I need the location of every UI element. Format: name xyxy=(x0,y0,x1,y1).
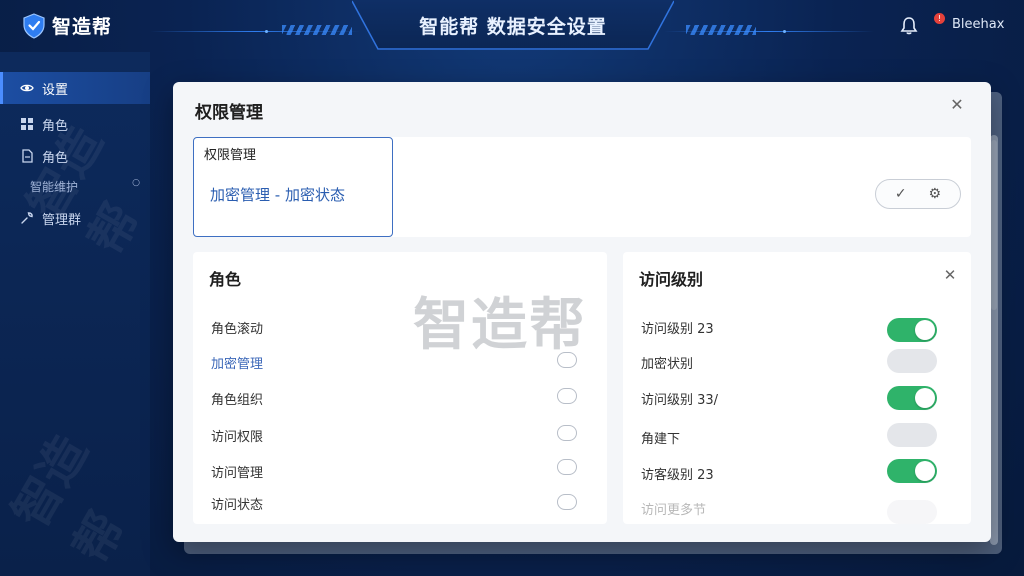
access-row-label: 访问更多节 xyxy=(641,503,707,518)
role-row-label: 访问状态 xyxy=(211,498,264,513)
eye-icon xyxy=(20,84,34,92)
access-row-label: 加密状别 xyxy=(641,357,694,372)
role-row-label: 角色组织 xyxy=(211,393,264,408)
settings-icon[interactable]: ⚙ xyxy=(929,186,942,202)
breadcrumb[interactable]: 权限管理 加密管理 - 加密状态 xyxy=(193,137,393,237)
wrench-icon xyxy=(21,212,33,224)
sidebar-item-settings[interactable]: 设置 xyxy=(0,72,150,104)
panel-title: 角色 xyxy=(209,270,242,289)
user-name[interactable]: Bleehax xyxy=(952,17,1004,32)
close-icon[interactable]: ✕ xyxy=(947,95,967,115)
scrollbar-thumb[interactable] xyxy=(991,140,997,310)
breadcrumb-path[interactable]: 加密管理 - 加密状态 xyxy=(210,184,345,205)
grid-icon xyxy=(21,118,33,130)
watermark: 智造帮 xyxy=(2,426,136,573)
panel-title: 访问级别 xyxy=(639,270,704,289)
sidebar-item-label: 角色 xyxy=(42,118,69,134)
role-radio[interactable] xyxy=(557,388,577,404)
access-row-label: 角建下 xyxy=(641,432,681,447)
document-icon xyxy=(22,149,33,163)
access-toggle[interactable] xyxy=(887,459,937,483)
dialog-title: 权限管理 xyxy=(195,103,263,123)
toggle-knob xyxy=(915,388,935,408)
role-radio[interactable] xyxy=(557,494,577,510)
role-row-label: 访问管理 xyxy=(211,466,264,481)
sidebar-item-label: 管理群 xyxy=(42,212,82,228)
sidebar-item-label: 角色 xyxy=(42,150,69,166)
brand-logo[interactable]: 智造帮 xyxy=(22,12,112,39)
access-toggle[interactable] xyxy=(887,318,937,342)
header-dot xyxy=(783,30,786,33)
toggle-knob xyxy=(915,461,935,481)
access-level-panel: 访问级别 ✕ 访问级别 23 加密状别 访问级别 33/ 角建下 访客级别 23… xyxy=(623,252,971,524)
role-row-label[interactable]: 加密管理 xyxy=(211,353,263,372)
permission-dialog: 权限管理 ✕ 权限管理 加密管理 - 加密状态 ✓ ⚙ 角色 角色滚动 加密管理… xyxy=(173,82,991,542)
brand-name: 智造帮 xyxy=(52,16,113,38)
header-dot xyxy=(265,30,268,33)
action-pill: ✓ ⚙ xyxy=(875,179,961,209)
shield-icon xyxy=(23,12,45,39)
header-stripes-left xyxy=(282,25,352,35)
bell-icon[interactable] xyxy=(899,16,919,36)
access-toggle[interactable] xyxy=(887,386,937,410)
breadcrumb-tab[interactable]: 权限管理 xyxy=(204,144,256,163)
role-radio[interactable] xyxy=(557,459,577,475)
access-toggle[interactable] xyxy=(887,349,937,373)
sidebar-item-manage[interactable]: 管理群 xyxy=(0,202,150,234)
header-stripes-right xyxy=(686,25,756,35)
role-row-label: 角色滚动 xyxy=(211,322,264,337)
sidebar-item-label: 设置 xyxy=(42,82,69,98)
sidebar-item-label: 智能维护 xyxy=(30,180,79,194)
notification-badge: ! xyxy=(934,13,945,24)
check-icon[interactable]: ✓ xyxy=(895,186,907,202)
top-bar: 智造帮 智能帮 数据安全设置 ! Bleehax xyxy=(0,0,1024,52)
access-row-label: 访问级别 23 xyxy=(641,322,714,337)
toggle-knob xyxy=(915,320,935,340)
role-row-label: 访问权限 xyxy=(211,430,264,445)
role-radio[interactable] xyxy=(557,425,577,441)
sidebar-item-role[interactable]: 角色 xyxy=(0,108,150,140)
page-title: 智能帮 数据安全设置 xyxy=(419,16,607,38)
sidebar-item-role-doc[interactable]: 角色 xyxy=(0,140,150,172)
access-row-label: 访客级别 23 xyxy=(641,468,714,483)
path-card: 权限管理 加密管理 - 加密状态 ✓ ⚙ xyxy=(193,137,971,237)
access-toggle[interactable] xyxy=(887,423,937,447)
access-toggle[interactable] xyxy=(887,500,937,524)
sidebar-subitem-maintenance[interactable]: 智能维护 ○ xyxy=(30,178,140,195)
watermark: 智造帮 xyxy=(413,293,587,358)
access-row-label: 访问级别 33/ xyxy=(641,393,719,408)
sidebar-item-marker: ○ xyxy=(132,178,140,188)
close-icon[interactable]: ✕ xyxy=(941,266,959,284)
sidebar: 智造帮 智造帮 设置 角色 角色 智能维护 ○ 管理群 xyxy=(0,52,150,576)
